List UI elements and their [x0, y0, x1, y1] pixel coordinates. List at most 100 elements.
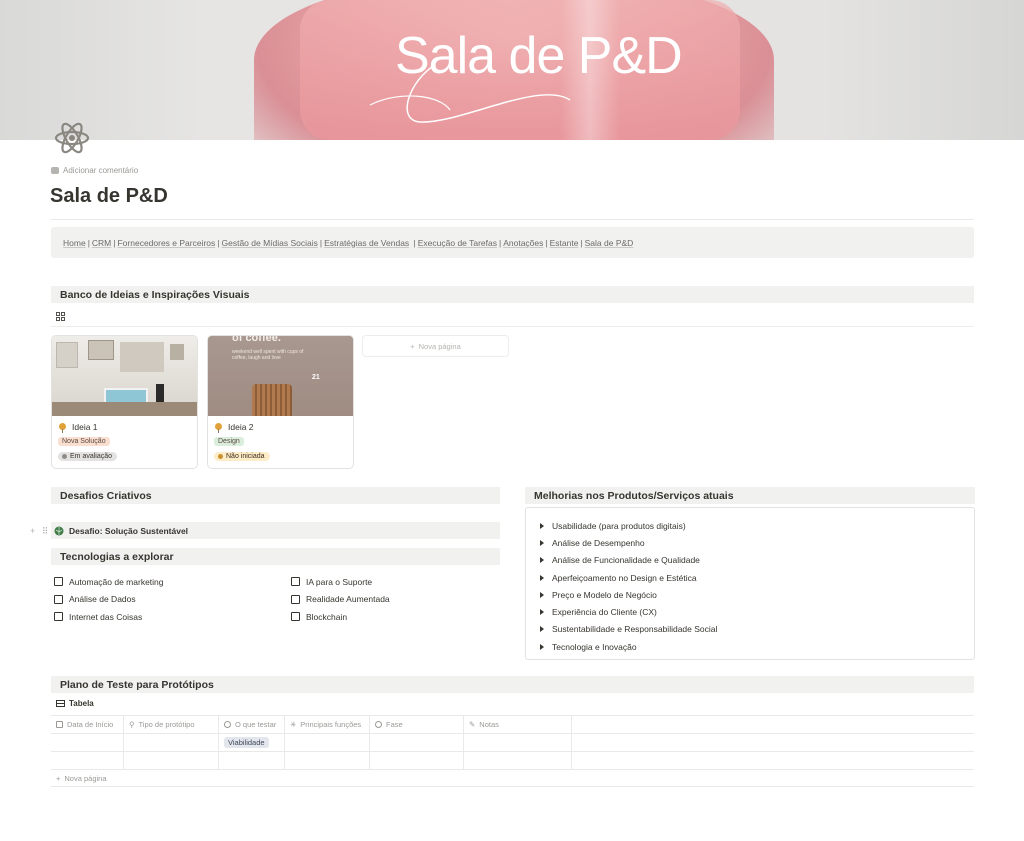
page-title[interactable]: Sala de P&D — [50, 185, 168, 208]
ideas-section-header: Banco de Ideias e Inspirações Visuais — [51, 286, 974, 303]
table-cell[interactable] — [51, 752, 124, 769]
column-label: Tipo de protótipo — [138, 720, 195, 729]
improvements-section-header: Melhorias nos Produtos/Serviços atuais — [525, 487, 975, 504]
column-header-data-inicio[interactable]: Data de Início — [51, 716, 124, 733]
toggle-label: Aperfeiçoamento no Design e Estética — [552, 572, 697, 583]
toggle-item[interactable]: Sustentabilidade e Responsabilidade Soci… — [540, 621, 717, 638]
todo-item: Internet das Coisas — [54, 608, 164, 626]
add-comment-label: Adicionar comentário — [63, 166, 139, 175]
drag-handle-icon[interactable]: + ⠿ — [30, 526, 50, 537]
idea-card-1-image — [52, 336, 197, 416]
idea-card-1-status-label: Em avaliação — [70, 453, 113, 460]
gallery-new-page-button[interactable]: + Nova página — [362, 335, 509, 357]
table-cell[interactable] — [124, 734, 219, 751]
table-cell[interactable]: Viabilidade — [219, 734, 285, 751]
todo-label: IA para o Suporte — [306, 576, 373, 587]
pushpin-icon — [215, 422, 222, 433]
idea-card-1-name: Ideia 1 — [72, 422, 98, 432]
toggle-arrow-icon[interactable] — [540, 574, 544, 581]
breadcrumb-link-fornecedores[interactable]: Fornecedores e Parceiros — [117, 238, 215, 248]
atom-icon[interactable] — [52, 118, 92, 158]
page-cover[interactable]: Sala de P&D — [0, 0, 1024, 140]
table-cell[interactable] — [51, 734, 124, 751]
toggle-item[interactable]: Usabilidade (para produtos digitais) — [540, 517, 717, 534]
table-cell — [572, 752, 974, 769]
toggle-arrow-icon[interactable] — [540, 591, 544, 598]
pencil-icon: ✎ — [469, 720, 476, 729]
breadcrumb-link-vendas[interactable]: Estratégias de Vendas — [324, 238, 409, 248]
gallery-icon[interactable] — [56, 312, 65, 321]
breadcrumb-link-tarefas[interactable]: Execução de Tarefas — [418, 238, 497, 248]
table-cell[interactable] — [285, 752, 370, 769]
table-new-page-button[interactable]: + Nova página — [51, 770, 974, 787]
checkbox[interactable] — [54, 612, 63, 622]
column-header-notas[interactable]: ✎ Notas — [464, 716, 572, 733]
leaf-icon — [54, 526, 64, 535]
column-label: Data de Início — [67, 720, 114, 729]
table-cell[interactable] — [370, 734, 464, 751]
checkbox[interactable] — [291, 594, 300, 604]
table-cell[interactable] — [464, 752, 572, 769]
toggle-arrow-icon[interactable] — [540, 557, 544, 564]
breadcrumb-link-estante[interactable]: Estante — [550, 238, 579, 248]
toggle-arrow-icon[interactable] — [540, 539, 544, 546]
plan-section-header: Plano de Teste para Protótipos — [51, 676, 974, 693]
toggle-item[interactable]: Preço e Modelo de Negócio — [540, 586, 717, 603]
plus-icon: + — [56, 773, 61, 783]
asterisk-icon: ✳ — [290, 720, 297, 729]
toggle-arrow-icon[interactable] — [540, 626, 544, 633]
tech-checklist-col1: Automação de marketing Análise de Dados … — [54, 573, 164, 626]
toggle-arrow-icon[interactable] — [540, 522, 544, 529]
column-header-fase[interactable]: Fase — [370, 716, 464, 733]
toggle-item[interactable]: Análise de Desempenho — [540, 534, 717, 551]
toggle-item[interactable]: Experiência do Cliente (CX) — [540, 603, 717, 620]
idea-card-2[interactable]: of coffee. weekend well spent with cups … — [207, 335, 354, 469]
table-new-page-label: Nova página — [64, 773, 107, 783]
toggle-label: Experiência do Cliente (CX) — [552, 607, 657, 618]
column-header-tipo[interactable]: ⚲ Tipo de protótipo — [124, 716, 219, 733]
todo-item: Análise de Dados — [54, 591, 164, 609]
toggle-item[interactable]: Tecnologia e Inovação — [540, 638, 717, 655]
toggle-arrow-icon[interactable] — [540, 643, 544, 650]
column-header-empty — [572, 716, 974, 733]
idea-card-2-name: Ideia 2 — [228, 422, 254, 432]
checkbox[interactable] — [291, 577, 300, 587]
table-cell[interactable] — [285, 734, 370, 751]
todo-item: IA para o Suporte — [291, 573, 390, 591]
idea-card-2-status-label: Não iniciada — [226, 453, 265, 460]
idea-card-1[interactable]: Ideia 1 Nova Solução Em avaliação — [51, 335, 198, 469]
table-cell[interactable] — [370, 752, 464, 769]
table-view-tab[interactable]: Tabela — [56, 699, 94, 708]
tech-section-header: Tecnologias a explorar — [51, 548, 500, 565]
column-header-funcoes[interactable]: ✳ Principais funções — [285, 716, 370, 733]
idea-card-1-status: Em avaliação — [58, 452, 118, 461]
breadcrumb-link-midias[interactable]: Gestão de Mídias Sociais — [222, 238, 318, 248]
column-label: O que testar — [235, 720, 277, 729]
toggle-item[interactable]: Aperfeiçoamento no Design e Estética — [540, 569, 717, 586]
table-row[interactable]: Viabilidade — [51, 734, 974, 752]
todo-label: Blockchain — [306, 611, 348, 622]
breadcrumb-link-home[interactable]: Home — [63, 238, 86, 248]
checkbox[interactable] — [54, 594, 63, 604]
toggle-label: Análise de Desempenho — [552, 537, 645, 548]
table-cell[interactable] — [464, 734, 572, 751]
toggle-label: Usabilidade (para produtos digitais) — [552, 520, 686, 531]
idea-card-1-title: Ideia 1 — [59, 422, 98, 433]
checkbox[interactable] — [54, 577, 63, 587]
checkbox[interactable] — [291, 612, 300, 622]
challenge-toggle[interactable]: Desafio: Solução Sustentável — [51, 522, 500, 539]
select-icon — [224, 721, 231, 728]
toggle-label: Análise de Funcionalidade e Qualidade — [552, 555, 700, 566]
table-row[interactable] — [51, 752, 974, 770]
column-header-o-que-testar[interactable]: O que testar — [219, 716, 285, 733]
table-cell[interactable] — [219, 752, 285, 769]
idea-card-2-tag: Design — [214, 437, 244, 446]
breadcrumb-link-crm[interactable]: CRM — [92, 238, 111, 248]
breadcrumb-link-sala[interactable]: Sala de P&D — [585, 238, 634, 248]
add-comment-button[interactable]: Adicionar comentário — [51, 166, 138, 175]
breadcrumb-link-anotacoes[interactable]: Anotações — [503, 238, 543, 248]
toggle-item[interactable]: Análise de Funcionalidade e Qualidade — [540, 552, 717, 569]
table-cell[interactable] — [124, 752, 219, 769]
toggle-arrow-icon[interactable] — [540, 609, 544, 616]
challenges-section-header: Desafios Criativos — [51, 487, 500, 504]
